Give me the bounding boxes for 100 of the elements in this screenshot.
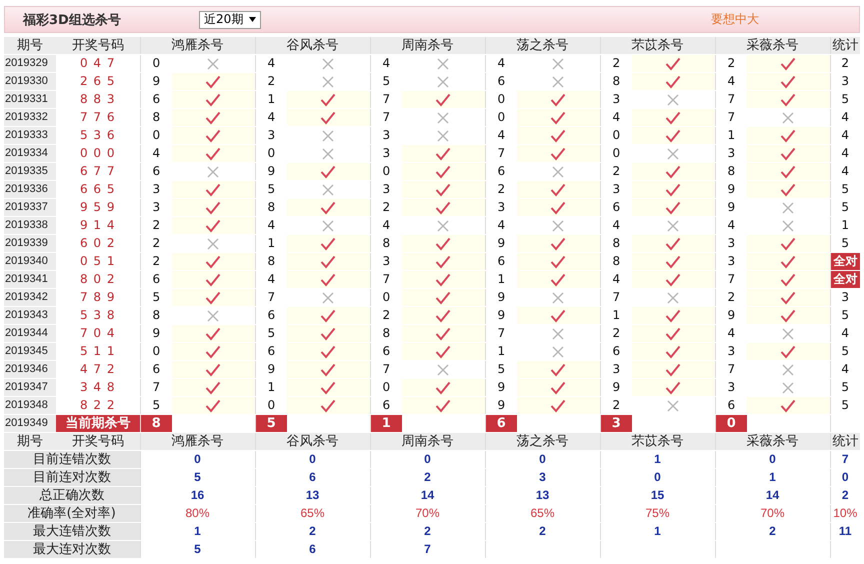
period-cell: 2019330	[4, 72, 56, 90]
draw-numbers: 3 4 8	[56, 378, 140, 396]
table-cell: 5	[830, 306, 860, 324]
stat-value: 2	[830, 486, 860, 504]
period-cell: 2019349	[4, 414, 56, 432]
stat-label: 目前连错次数	[4, 450, 140, 468]
table-cell: 7	[715, 108, 747, 126]
page-title: 福彩3D组选杀号	[23, 12, 122, 28]
stat-value: 13	[255, 486, 370, 504]
column-header: 统计	[830, 37, 860, 54]
table-cell: 5	[830, 396, 860, 414]
period-cell: 2019331	[4, 90, 56, 108]
table-cell: 3	[715, 378, 747, 396]
draw-numbers: 6 7 7	[56, 162, 140, 180]
period-cell: 2019340	[4, 252, 56, 270]
stat-value: 2	[485, 522, 600, 540]
table-cell: 2	[140, 234, 172, 252]
stat-value: 13	[485, 486, 600, 504]
table-cell: 4	[370, 54, 402, 72]
stat-label: 准确率(全对率)	[4, 504, 140, 522]
table-cell: 7	[255, 288, 287, 306]
column-header: 鸿雁杀号	[140, 37, 255, 54]
stat-value: 11	[830, 522, 860, 540]
table-cell: 5	[370, 72, 402, 90]
table-cell: 0	[255, 144, 287, 162]
draw-numbers: 6 6 5	[56, 180, 140, 198]
table-cell: 4	[830, 360, 860, 378]
stat-value: 0	[485, 450, 600, 468]
table-cell: 4	[370, 216, 402, 234]
stat-label: 总正确次数	[4, 486, 140, 504]
stat-value: 14	[715, 486, 830, 504]
kill-number: 3	[600, 414, 632, 432]
stat-value: 16	[140, 486, 255, 504]
period-select[interactable]: 近20期	[199, 10, 262, 28]
draw-numbers: 6 0 2	[56, 234, 140, 252]
table-cell: 1	[485, 342, 517, 360]
stat-value: 5	[140, 540, 255, 558]
stat-value: 0	[255, 450, 370, 468]
table-cell: 7	[485, 324, 517, 342]
table-cell: 5	[255, 180, 287, 198]
rate-value: 65%	[255, 504, 370, 522]
draw-numbers: 2 6 5	[56, 72, 140, 90]
draw-numbers: 5 1 1	[56, 342, 140, 360]
stat-value: 0	[140, 450, 255, 468]
column-header: 鸿雁杀号	[140, 432, 255, 450]
caret-icon	[249, 17, 256, 22]
stat-value: 2	[370, 468, 485, 486]
draw-numbers: 9 5 9	[56, 198, 140, 216]
period-cell: 2019348	[4, 396, 56, 414]
table-cell: 7	[370, 108, 402, 126]
table-cell: 1	[830, 216, 860, 234]
column-header: 期号	[4, 37, 56, 54]
table-cell: 2	[830, 54, 860, 72]
table-cell: 5	[830, 180, 860, 198]
column-header: 荡之杀号	[485, 37, 600, 54]
period-cell: 2019335	[4, 162, 56, 180]
kill-number: 1	[370, 414, 402, 432]
column-header: 谷风杀号	[255, 432, 370, 450]
table-cell: 4	[255, 216, 287, 234]
table-cell: 4	[830, 144, 860, 162]
rate-value: 65%	[485, 504, 600, 522]
column-header: 谷风杀号	[255, 37, 370, 54]
table-cell: 5	[830, 342, 860, 360]
stat-value: 3	[485, 468, 600, 486]
column-header: 芣苡杀号	[600, 432, 715, 450]
table-cell: 0	[140, 54, 172, 72]
draw-numbers: 7 8 9	[56, 288, 140, 306]
period-cell: 2019338	[4, 216, 56, 234]
kill-number: 5	[255, 414, 287, 432]
table-cell: 8	[140, 306, 172, 324]
stat-value: 2	[715, 522, 830, 540]
table-cell: 3	[600, 90, 632, 108]
rate-value: 10%	[830, 504, 860, 522]
period-cell: 2019342	[4, 288, 56, 306]
draw-numbers: 9 1 4	[56, 216, 140, 234]
column-header: 采薇杀号	[715, 432, 830, 450]
stat-value: 1	[600, 450, 715, 468]
period-cell: 2019343	[4, 306, 56, 324]
column-header: 开奖号码	[56, 432, 140, 450]
draw-numbers: 5 3 8	[56, 306, 140, 324]
current-kill-label: 当前期杀号	[56, 414, 140, 432]
rate-value: 80%	[140, 504, 255, 522]
table-cell: 4	[830, 324, 860, 342]
table-cell: 2	[255, 72, 287, 90]
draw-numbers: 0 5 1	[56, 252, 140, 270]
stat-value: 7	[370, 540, 485, 558]
stat-value: 1	[600, 522, 715, 540]
all-correct-badge: 全对	[830, 270, 860, 288]
kill-number: 6	[485, 414, 517, 432]
rate-value: 75%	[600, 504, 715, 522]
table-cell: 4	[600, 216, 632, 234]
stat-value: 5	[140, 468, 255, 486]
period-cell: 2019346	[4, 360, 56, 378]
table-cell: 3	[830, 72, 860, 90]
stat-value: 0	[370, 450, 485, 468]
column-header: 周南杀号	[370, 37, 485, 54]
period-cell: 2019344	[4, 324, 56, 342]
table-cell: 3	[370, 126, 402, 144]
period-cell: 2019345	[4, 342, 56, 360]
stat-value: 7	[830, 450, 860, 468]
